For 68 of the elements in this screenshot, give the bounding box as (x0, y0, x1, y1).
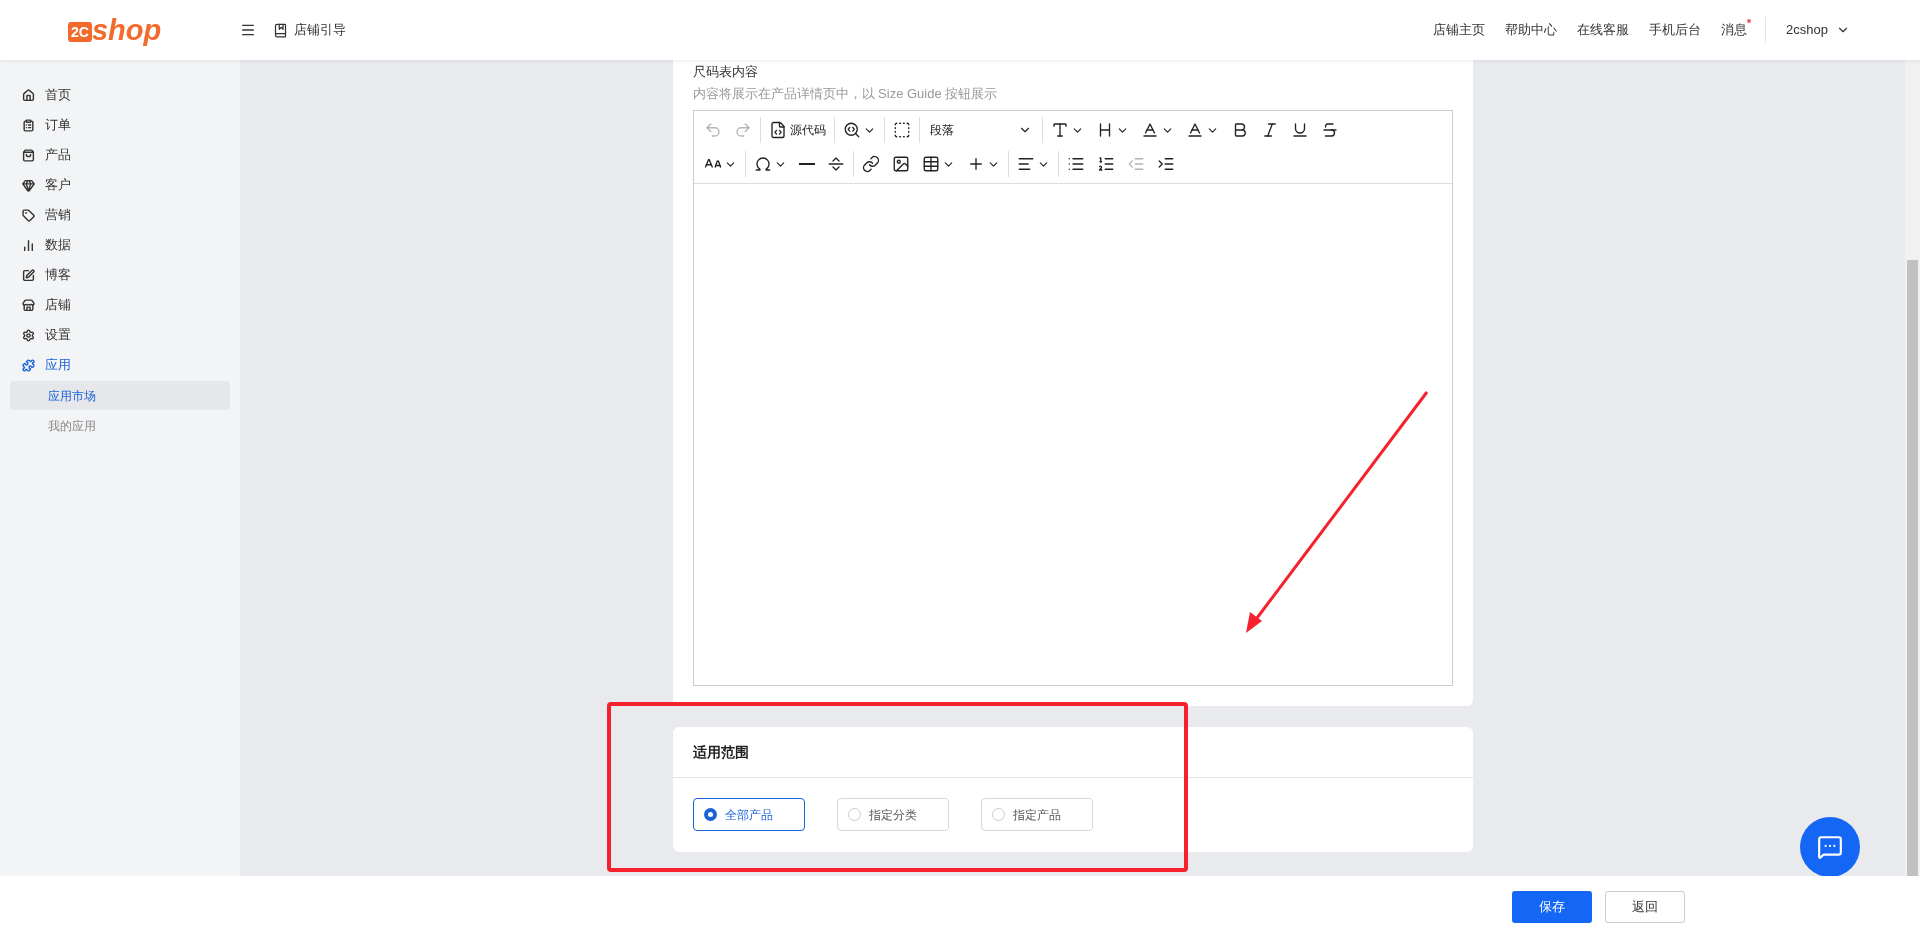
undo-icon (703, 121, 722, 139)
gem-icon (22, 178, 35, 192)
scope-radio-option[interactable]: 全部产品 (692, 798, 805, 831)
numbered-list-icon (1096, 155, 1115, 173)
sidebar-item[interactable]: 应用 (0, 350, 240, 380)
settings-icon (22, 328, 35, 342)
edit-icon (22, 268, 35, 282)
sidebar-item[interactable]: 首页 (0, 80, 240, 110)
bag-icon (22, 148, 35, 162)
puzzle-icon (22, 358, 35, 372)
source-code-button[interactable]: 源代码 (762, 115, 832, 145)
header-link[interactable]: 手机后台 (1649, 20, 1702, 40)
strikethrough-icon (1320, 121, 1339, 139)
sidebar-item[interactable]: 数据 (0, 230, 240, 260)
indent-icon (1156, 155, 1175, 173)
chat-button[interactable] (1800, 817, 1860, 876)
header-link[interactable]: 帮助中心 (1505, 20, 1558, 40)
tag-icon (22, 208, 35, 222)
horizontal-rule-icon (798, 163, 815, 165)
scope-radio-option[interactable]: 指定分类 (836, 798, 949, 831)
scope-radio-option[interactable]: 指定产品 (980, 798, 1093, 831)
source-code-label: 源代码 (789, 122, 826, 139)
sidebar-item[interactable]: 产品 (0, 140, 240, 170)
image-icon (891, 155, 910, 173)
redo-icon (733, 121, 752, 139)
save-button[interactable]: 保存 (1512, 890, 1592, 923)
user-name: 2cshop (1786, 21, 1828, 40)
menu-icon[interactable] (240, 22, 256, 38)
align-left-icon (1016, 155, 1035, 173)
sidebar-item[interactable]: 店铺 (0, 290, 240, 320)
sidebar-item[interactable]: 订单 (0, 110, 240, 140)
guide-link[interactable]: 店铺引导 (294, 20, 346, 40)
clipboard-icon (22, 118, 35, 132)
header-link[interactable]: 在线客服 (1577, 20, 1630, 40)
chat-icon (1817, 834, 1843, 860)
source-code-icon (768, 121, 787, 139)
sidebar-item[interactable]: 博客 (0, 260, 240, 290)
bar-chart-icon (22, 238, 35, 252)
scrollbar[interactable] (1905, 60, 1920, 876)
back-button[interactable]: 返回 (1605, 890, 1685, 923)
font-size-icon (1050, 121, 1069, 139)
book-icon (273, 22, 288, 38)
card-title: 适用范围 (672, 727, 1473, 778)
field-label: 尺码表内容 (692, 63, 759, 81)
house-icon (22, 88, 35, 102)
sidebar-item[interactable]: 营销 (0, 200, 240, 230)
select-all-icon (892, 121, 911, 139)
block-format-label: 段落 (929, 122, 954, 139)
text-color-icon (1140, 121, 1159, 139)
link-icon (861, 155, 880, 173)
messages-link[interactable]: 消息 (1721, 20, 1748, 40)
bullet-list-icon (1066, 155, 1085, 173)
sidebar-item[interactable]: 设置 (0, 320, 240, 350)
field-hint: 内容将展示在产品详情页中，以 Size Guide 按钮展示 (692, 85, 999, 103)
sidebar-item[interactable]: 客户 (0, 170, 240, 200)
page-break-icon (826, 155, 845, 173)
scrollbar-thumb[interactable] (1907, 260, 1918, 876)
sidebar-subitem[interactable]: 应用市场 (10, 381, 230, 410)
outdent-icon (1126, 155, 1145, 173)
header-link[interactable]: 店铺主页 (1433, 20, 1486, 40)
highlight-color-icon (1185, 121, 1204, 139)
user-menu[interactable]: 2cshop (1786, 20, 1850, 40)
block-format-dropdown[interactable]: 段落 (921, 115, 1040, 145)
table-icon (921, 155, 940, 173)
underline-icon (1290, 121, 1309, 139)
store-icon (22, 298, 35, 312)
find-replace-icon (842, 121, 861, 139)
omega-icon (753, 155, 772, 173)
